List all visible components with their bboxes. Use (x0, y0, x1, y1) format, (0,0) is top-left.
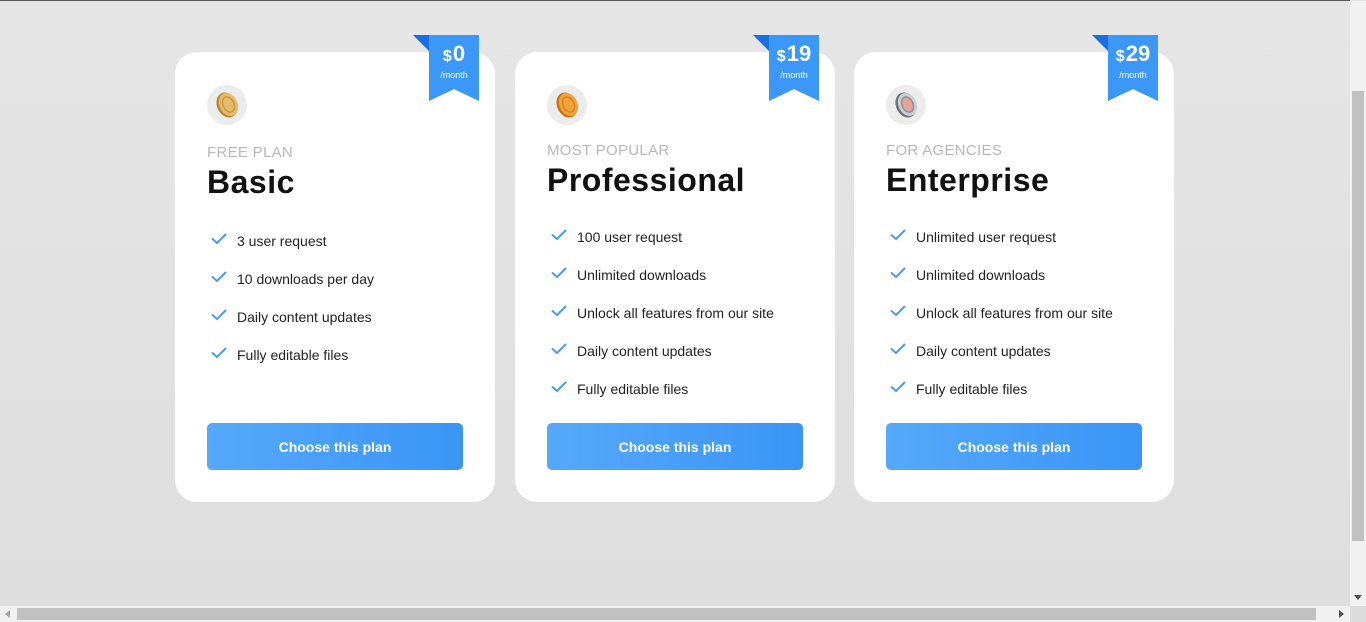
check-icon (890, 343, 906, 354)
feature-item: Unlimited user request (890, 225, 1160, 263)
choose-plan-button[interactable]: Choose this plan (886, 423, 1142, 470)
feature-item: Daily content updates (551, 339, 821, 377)
feature-item: Fully editable files (890, 377, 1160, 415)
price: $29 (1108, 41, 1158, 70)
feature-text: Fully editable files (577, 381, 689, 397)
price-currency: $ (442, 48, 452, 65)
vertical-scrollbar-thumb[interactable] (1352, 91, 1364, 541)
check-icon (551, 229, 567, 240)
feature-list: 100 user request Unlimited downloads Unl… (551, 225, 821, 415)
price-period: /month (1119, 70, 1147, 80)
silver-coin-icon (886, 85, 926, 125)
feature-item: Fully editable files (211, 343, 481, 381)
plan-title: Enterprise (886, 162, 1050, 198)
check-icon (211, 271, 227, 282)
ribbon-fold (413, 35, 429, 51)
scrollbar-corner (1350, 606, 1366, 622)
price-amount: 0 (452, 41, 466, 66)
price: $0 (429, 41, 479, 70)
feature-text: 100 user request (577, 229, 683, 245)
ribbon-fold (753, 35, 769, 51)
price-amount: 29 (1125, 41, 1151, 66)
pricing-card-enterprise: $29 /month FOR AGENCIES Enterprise Unlim… (854, 35, 1174, 502)
price-period: /month (780, 70, 808, 80)
feature-item: Unlock all features from our site (551, 301, 821, 339)
check-icon (551, 267, 567, 278)
feature-item: 100 user request (551, 225, 821, 263)
pricing-card-professional: $19 /month MOST POPULAR Professional 100… (515, 35, 835, 502)
feature-text: 3 user request (237, 233, 327, 249)
feature-list: Unlimited user request Unlimited downloa… (890, 225, 1160, 415)
feature-text: Fully editable files (916, 381, 1028, 397)
price-amount: 19 (786, 41, 812, 66)
price: $19 (769, 41, 819, 70)
check-icon (551, 343, 567, 354)
check-icon (211, 347, 227, 358)
choose-plan-button[interactable]: Choose this plan (547, 423, 803, 470)
pricing-section: $0 /month FREE PLAN Basic 3 user request… (0, 1, 1350, 606)
feature-text: Daily content updates (577, 343, 712, 359)
price-period: /month (440, 70, 468, 80)
check-icon (551, 381, 567, 392)
feature-text: Daily content updates (237, 309, 372, 325)
pricing-card-basic: $0 /month FREE PLAN Basic 3 user request… (175, 35, 495, 502)
price-currency: $ (1115, 48, 1125, 65)
price-ribbon: $19 /month (753, 35, 819, 101)
check-icon (890, 229, 906, 240)
horizontal-scrollbar[interactable] (0, 606, 1350, 622)
plan-title: Basic (207, 164, 295, 200)
feature-item: Unlimited downloads (890, 263, 1160, 301)
plan-eyebrow: FOR AGENCIES (886, 142, 1003, 159)
feature-text: Unlimited user request (916, 229, 1057, 245)
feature-text: Unlimited downloads (916, 267, 1046, 283)
feature-item: 3 user request (211, 229, 481, 267)
check-icon (890, 381, 906, 392)
vertical-scrollbar[interactable] (1350, 1, 1366, 606)
ribbon-body: $29 /month (1108, 35, 1158, 101)
feature-item: Fully editable files (551, 377, 821, 415)
check-icon (890, 267, 906, 278)
feature-text: Fully editable files (237, 347, 349, 363)
ribbon-fold (1092, 35, 1108, 51)
check-icon (890, 305, 906, 316)
price-currency: $ (776, 48, 786, 65)
choose-plan-button[interactable]: Choose this plan (207, 423, 463, 470)
check-icon (551, 305, 567, 316)
ribbon-body: $19 /month (769, 35, 819, 101)
orange-coin-icon (547, 85, 587, 125)
price-ribbon: $0 /month (413, 35, 479, 101)
feature-text: Unlock all features from our site (577, 305, 774, 321)
plan-title: Professional (547, 162, 746, 198)
check-icon (211, 309, 227, 320)
gold-coin-icon (207, 85, 247, 125)
feature-item: 10 downloads per day (211, 267, 481, 305)
scroll-down-arrow-icon[interactable] (1354, 595, 1362, 600)
feature-text: Daily content updates (916, 343, 1051, 359)
plan-eyebrow: MOST POPULAR (547, 142, 670, 159)
feature-list: 3 user request 10 downloads per day Dail… (211, 229, 481, 381)
check-icon (211, 233, 227, 244)
ribbon-body: $0 /month (429, 35, 479, 101)
scroll-right-arrow-icon[interactable] (1339, 610, 1344, 618)
feature-item: Unlimited downloads (551, 263, 821, 301)
scroll-left-arrow-icon[interactable] (5, 610, 10, 618)
feature-text: Unlimited downloads (577, 267, 707, 283)
feature-text: 10 downloads per day (237, 271, 374, 287)
price-ribbon: $29 /month (1092, 35, 1158, 101)
feature-item: Daily content updates (890, 339, 1160, 377)
feature-item: Daily content updates (211, 305, 481, 343)
feature-text: Unlock all features from our site (916, 305, 1113, 321)
feature-item: Unlock all features from our site (890, 301, 1160, 339)
plan-eyebrow: FREE PLAN (207, 144, 294, 161)
horizontal-scrollbar-thumb[interactable] (17, 608, 1316, 620)
